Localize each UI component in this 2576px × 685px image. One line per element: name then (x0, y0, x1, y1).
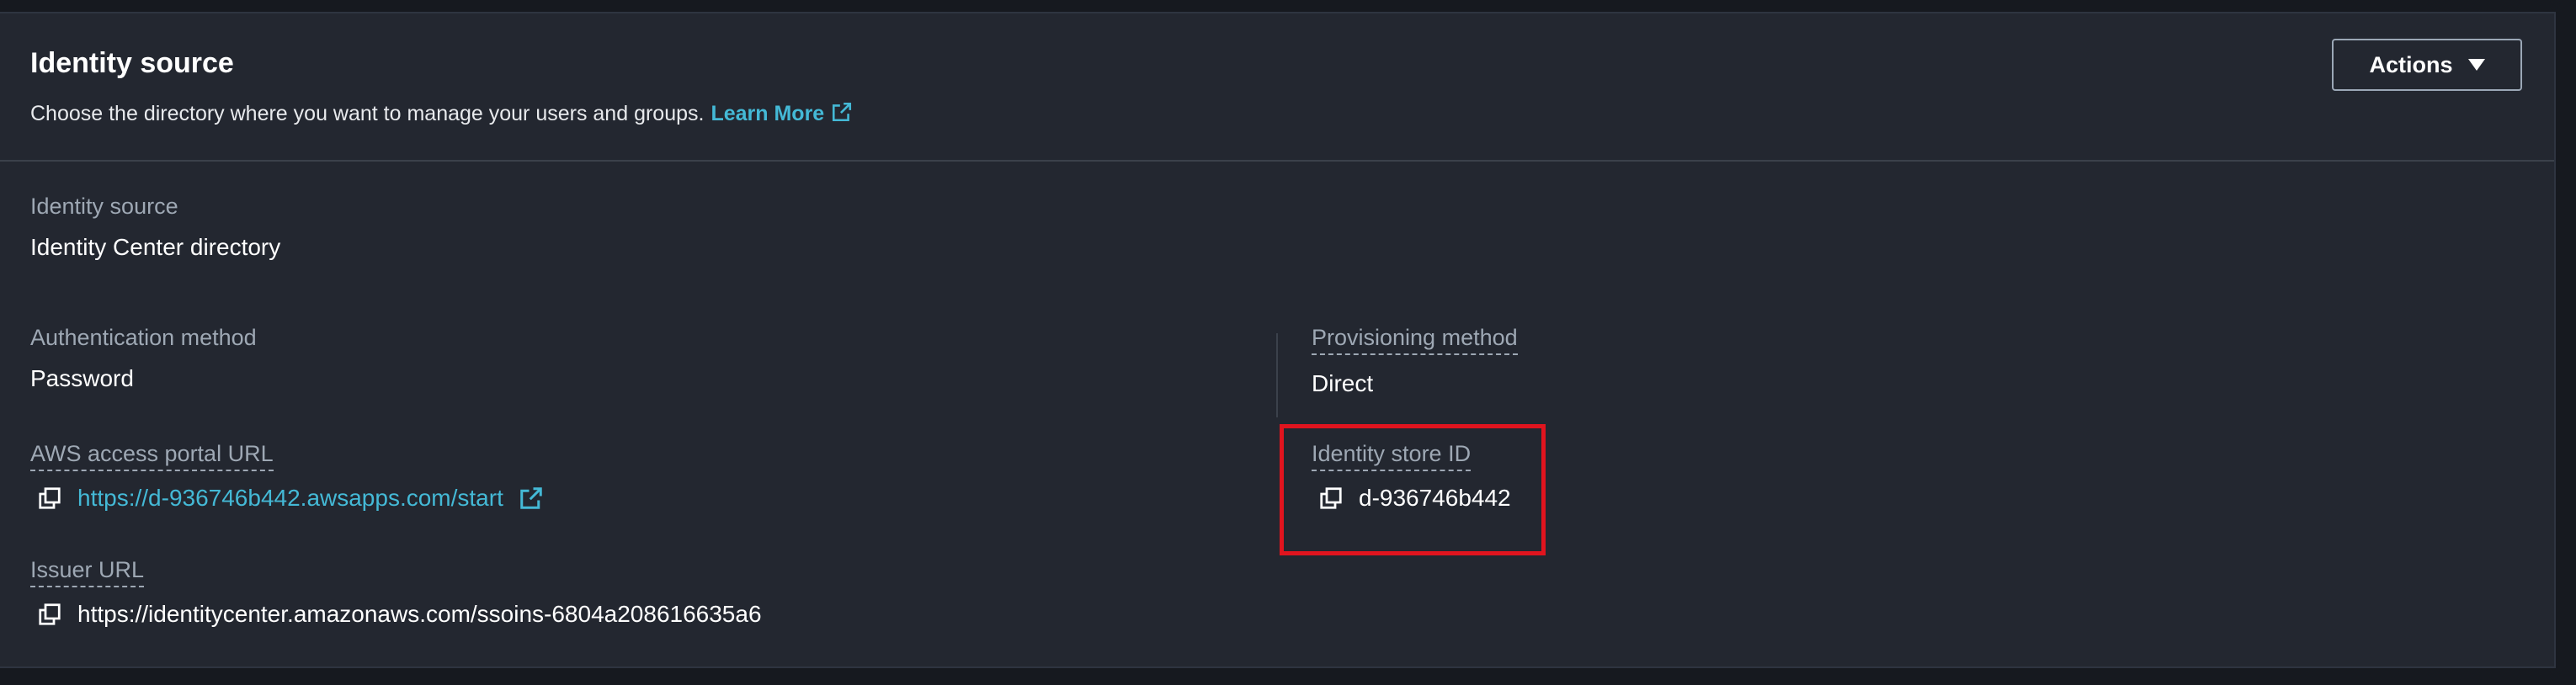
learn-more-link[interactable]: Learn More (711, 102, 853, 125)
provisioning-method-value: Direct (1312, 370, 1374, 396)
actions-button[interactable]: Actions (2332, 39, 2522, 91)
external-link-icon[interactable] (519, 486, 544, 511)
issuer-url-row: https://identitycenter.amazonaws.com/sso… (37, 601, 762, 628)
portal-url-row: https://d-936746b442.awsapps.com/start (37, 485, 544, 512)
panel-header: Identity source Choose the directory whe… (0, 13, 2554, 162)
copy-icon[interactable] (37, 486, 62, 511)
page-title: Identity source (30, 47, 234, 79)
external-link-icon (833, 102, 852, 122)
column-divider (1276, 333, 1278, 417)
authentication-method-label: Authentication method (30, 325, 257, 350)
portal-url-label[interactable]: AWS access portal URL (30, 441, 274, 471)
identity-source-panel: Identity source Choose the directory whe… (0, 12, 2556, 668)
provisioning-method-label[interactable]: Provisioning method (1312, 325, 1518, 355)
copy-icon[interactable] (37, 602, 62, 627)
authentication-method-value: Password (30, 365, 134, 391)
portal-url-link[interactable]: https://d-936746b442.awsapps.com/start (77, 485, 503, 512)
page: Identity source Choose the directory whe… (0, 0, 2576, 685)
learn-more-label: Learn More (711, 102, 825, 125)
issuer-url-label[interactable]: Issuer URL (30, 557, 145, 587)
caret-down-icon (2467, 59, 2485, 71)
panel-description: Choose the directory where you want to m… (30, 101, 853, 126)
highlight-box (1280, 424, 1546, 555)
issuer-url-value: https://identitycenter.amazonaws.com/sso… (77, 601, 762, 627)
actions-label: Actions (2369, 51, 2453, 77)
identity-source-value: Identity Center directory (30, 234, 281, 260)
identity-source-label: Identity source (30, 194, 178, 219)
description-text: Choose the directory where you want to m… (30, 102, 705, 125)
